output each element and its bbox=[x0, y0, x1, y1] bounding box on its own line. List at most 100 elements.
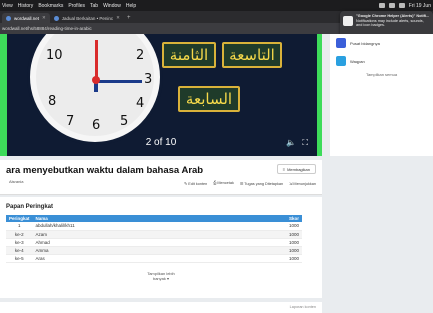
clock-number: 8 bbox=[48, 94, 57, 109]
url-text[interactable]: wordwall.net/hs/58884/reading-time-in-ar… bbox=[2, 26, 92, 31]
report-link[interactable]: Laporan konten bbox=[290, 305, 316, 309]
assignments-label: Tugas yang Ditetapkan bbox=[244, 182, 284, 186]
print-link[interactable]: ⎙ Mencetak bbox=[213, 181, 234, 186]
share-icon: ≡ bbox=[282, 166, 286, 172]
score-cell: 1000 bbox=[262, 254, 302, 263]
show-more-line2: banyak ▾ bbox=[152, 276, 170, 281]
show-label: Menunjukkan bbox=[293, 182, 316, 186]
player-controls: 🔈 ⛶ bbox=[286, 138, 308, 148]
name-cell: abdullah/khalil/kh11 bbox=[32, 222, 262, 231]
tab-label: Jadual Berkaitan • Peninc bbox=[61, 15, 114, 21]
show-all-link[interactable]: Tampilkan semua bbox=[330, 70, 433, 77]
menu-profiles[interactable]: Profiles bbox=[68, 3, 85, 9]
browser-tab[interactable]: Jadual Berkaitan • Peninc ✕ bbox=[50, 13, 124, 23]
score-cell: 1000 bbox=[262, 238, 302, 247]
show-link[interactable]: ⇲ Menunjukkan bbox=[289, 181, 316, 186]
table-row: ke-3 Ahmad 1000 bbox=[6, 238, 302, 247]
fullscreen-icon[interactable]: ⛶ bbox=[302, 138, 308, 148]
volume-icon[interactable]: 🔈 bbox=[286, 138, 296, 148]
clock-number: 4 bbox=[136, 96, 145, 111]
print-label: Mencetak bbox=[217, 181, 234, 185]
menu-help[interactable]: Help bbox=[126, 3, 136, 9]
name-header: Nama bbox=[32, 215, 262, 222]
clock-number: 10 bbox=[46, 48, 63, 63]
name-cell: Ahmad bbox=[32, 238, 262, 247]
menu-tab[interactable]: Tab bbox=[90, 3, 98, 9]
rank-cell: ke-2 bbox=[6, 230, 33, 239]
control-center-icon[interactable] bbox=[398, 3, 405, 8]
score-cell: 1000 bbox=[262, 222, 302, 231]
related-item[interactable]: Pusat bidangnya bbox=[330, 34, 433, 52]
edit-content-link[interactable]: ✎ Edit konten bbox=[184, 181, 207, 186]
assignments-link[interactable]: ☰ Tugas yang Ditetapkan bbox=[240, 181, 283, 186]
macos-menu-bar: View History Bookmarks Profiles Tab Wind… bbox=[0, 0, 433, 11]
status-icons: Fri 19 Jun bbox=[378, 3, 433, 9]
thumbnail-icon bbox=[336, 38, 346, 48]
table-row: ke-5 Aras 1000 bbox=[6, 254, 302, 263]
leaderboard-panel: Papan Peringkat Peringkat Nama Skor 1 ab… bbox=[0, 197, 322, 298]
menu-bookmarks[interactable]: Bookmarks bbox=[38, 3, 63, 9]
page-title: ara menyebutkan waktu dalam bahasa Arab bbox=[6, 165, 204, 176]
thumbnail-icon bbox=[336, 56, 346, 66]
name-cell: Azam bbox=[32, 230, 262, 239]
favicon-icon bbox=[6, 15, 11, 21]
browser-tab-active[interactable]: wordwall.net ✕ bbox=[2, 13, 50, 23]
slide-counter: 2 of 10 bbox=[145, 137, 177, 148]
clock-number: 7 bbox=[66, 114, 75, 129]
name-cell: Aras bbox=[32, 254, 262, 263]
clock-center bbox=[92, 76, 100, 84]
menu-clock[interactable]: Fri 19 Jun bbox=[409, 3, 431, 9]
tab-label: wordwall.net bbox=[14, 15, 40, 21]
clock-number: 5 bbox=[120, 114, 129, 129]
rank-cell: ke-4 bbox=[6, 246, 33, 255]
score-cell: 1000 bbox=[262, 246, 302, 255]
notification-title: "Google Chrome Helper (Alerts)" Notifi..… bbox=[356, 14, 430, 18]
chrome-icon bbox=[343, 16, 353, 26]
battery-icon[interactable] bbox=[388, 3, 395, 8]
related-item[interactable]: Waqpan bbox=[330, 52, 433, 70]
leaderboard-table: Peringkat Nama Skor 1 abdullah/khalil/kh… bbox=[6, 215, 302, 263]
answer-option[interactable]: التاسعة bbox=[222, 42, 282, 68]
activity-player[interactable]: 10 2 3 4 5 6 7 8 الثامنة التاسعة السابعة… bbox=[0, 34, 322, 156]
share-label: Membagikan bbox=[287, 166, 310, 172]
close-tab-icon[interactable]: ✕ bbox=[116, 15, 120, 21]
notification-text: "Google Chrome Helper (Alerts)" Notifi..… bbox=[356, 14, 430, 36]
menu-view[interactable]: View bbox=[2, 3, 13, 9]
menu-window[interactable]: Window bbox=[103, 3, 121, 9]
leaderboard-heading: Papan Peringkat bbox=[6, 204, 54, 210]
table-row: ke-2 Azam 1000 bbox=[6, 230, 302, 239]
share-button[interactable]: ≡ Membagikan bbox=[276, 164, 316, 174]
rank-header: Peringkat bbox=[6, 215, 33, 222]
close-tab-icon[interactable]: ✕ bbox=[42, 15, 46, 21]
show-more-button[interactable]: Tampilkan lebih banyak ▾ bbox=[0, 271, 322, 281]
table-header-row: Peringkat Nama Skor bbox=[6, 215, 302, 222]
favicon-icon bbox=[53, 15, 59, 21]
clock-number: 6 bbox=[92, 118, 101, 133]
score-header: Skor bbox=[262, 215, 302, 222]
score-cell: 1000 bbox=[262, 230, 302, 239]
clock-number: 2 bbox=[136, 48, 145, 63]
notification-body: Notifications may include alerts, sounds… bbox=[356, 18, 424, 28]
related-item-label: Waqpan bbox=[350, 58, 365, 64]
minute-hand bbox=[96, 80, 142, 83]
menu-history[interactable]: History bbox=[18, 3, 34, 9]
answer-option[interactable]: السابعة bbox=[178, 86, 240, 112]
page-content: 10 2 3 4 5 6 7 8 الثامنة التاسعة السابعة… bbox=[0, 34, 433, 313]
rank-cell: ke-3 bbox=[6, 238, 33, 247]
wifi-icon[interactable] bbox=[378, 3, 385, 8]
related-item-label: Pusat bidangnya bbox=[350, 40, 380, 46]
name-cell: Amma bbox=[32, 246, 262, 255]
related-sidebar: Pusat bidangnya Waqpan Tampilkan semua bbox=[330, 34, 433, 156]
edit-content-label: Edit konten bbox=[188, 182, 208, 186]
activity-header: ara menyebutkan waktu dalam bahasa Arab … bbox=[0, 160, 322, 195]
activity-actions: ✎ Edit konten ⎙ Mencetak ☰ Tugas yang Di… bbox=[184, 181, 316, 186]
clock-face: 10 2 3 4 5 6 7 8 bbox=[30, 34, 160, 142]
rank-cell: ke-5 bbox=[6, 254, 33, 263]
new-tab-icon[interactable]: + bbox=[127, 15, 131, 21]
author-link[interactable]: Alsrania bbox=[9, 179, 23, 184]
clock-number: 3 bbox=[144, 72, 153, 87]
rank-cell: 1 bbox=[6, 222, 33, 231]
answer-option[interactable]: الثامنة bbox=[162, 42, 216, 68]
table-row: ke-4 Amma 1000 bbox=[6, 246, 302, 255]
table-row: 1 abdullah/khalil/kh11 1000 bbox=[6, 222, 302, 231]
